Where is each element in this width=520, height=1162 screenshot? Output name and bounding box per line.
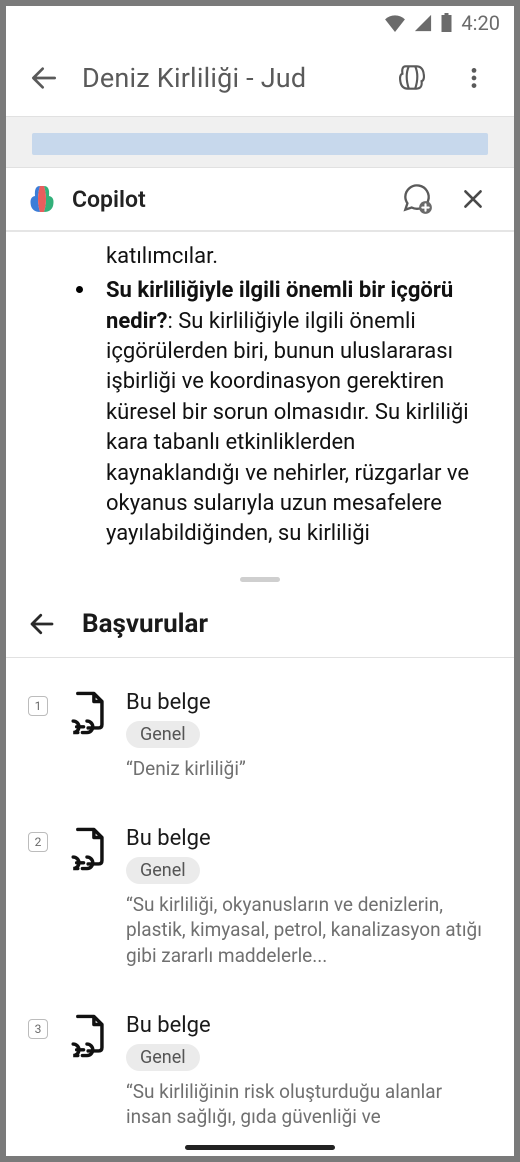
reference-number-badge: 1 [28, 696, 48, 716]
reference-tag: Genel [126, 721, 200, 748]
reference-number-badge: 2 [28, 832, 48, 852]
close-button[interactable] [452, 178, 494, 220]
references-back-button[interactable] [24, 606, 60, 642]
document-link-icon [64, 690, 110, 736]
reference-title: Bu belge [126, 690, 492, 715]
copilot-header-icon[interactable] [390, 56, 434, 100]
copilot-panel-header: Copilot [6, 168, 514, 232]
response-bullet: Su kirliliğiyle ilgili önemli bir içgörü… [66, 276, 492, 549]
reference-item[interactable]: 3 Bu belge Genel “Su kirliliğinin risk o… [6, 999, 514, 1160]
sheet-drag-handle[interactable] [6, 568, 514, 590]
reference-item[interactable]: 1 Bu belge Genel “Deniz kirliliği” [6, 676, 514, 812]
app-header: Deniz Kirliliği - Jud [6, 40, 514, 116]
document-selection-highlight [32, 133, 488, 155]
references-title: Başvurular [82, 609, 208, 639]
new-chat-button[interactable] [396, 178, 438, 220]
copilot-logo-icon [26, 183, 58, 215]
document-preview-strip [6, 116, 514, 168]
battery-icon [440, 13, 453, 33]
reference-tag: Genel [126, 857, 200, 884]
reference-title: Bu belge [126, 1013, 492, 1038]
copilot-label: Copilot [72, 186, 382, 213]
cell-signal-icon [414, 14, 432, 32]
home-indicator[interactable] [185, 1145, 335, 1150]
more-menu-button[interactable] [452, 56, 496, 100]
response-fragment-prev: katılımcılar. [106, 242, 492, 272]
document-link-icon [64, 1013, 110, 1059]
document-link-icon [64, 826, 110, 872]
copilot-response[interactable]: katılımcılar. Su kirliliğiyle ilgili öne… [6, 232, 514, 568]
reference-snippet: “Su kirliliği, okyanusların ve denizleri… [126, 892, 492, 969]
reference-snippet: “Deniz kirliliği” [126, 756, 492, 782]
reference-item[interactable]: 2 Bu belge Genel “Su kirliliği, okyanusl… [6, 812, 514, 999]
reference-title: Bu belge [126, 826, 492, 851]
status-time: 4:20 [461, 11, 500, 35]
back-button[interactable] [24, 58, 64, 98]
bullet-icon [76, 286, 83, 293]
status-bar: 4:20 [6, 6, 514, 40]
wifi-icon [384, 14, 406, 32]
references-list: 1 Bu belge Genel “Deniz kirliliği” 2 [6, 658, 514, 1160]
document-title: Deniz Kirliliği - Jud [82, 62, 372, 94]
reference-number-badge: 3 [28, 1019, 48, 1039]
reference-tag: Genel [126, 1044, 200, 1071]
reference-snippet: “Su kirliliğinin risk oluşturduğu alanla… [126, 1079, 492, 1130]
references-header: Başvurular [6, 590, 514, 658]
bullet-answer: : Su kirliliğiyle ilgili önemli içgörüle… [106, 309, 469, 547]
